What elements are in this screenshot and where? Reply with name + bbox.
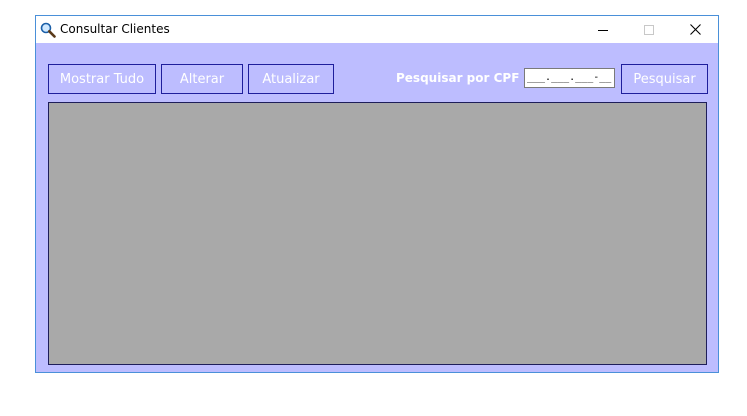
search-icon [40,22,56,38]
clientes-data-grid[interactable] [48,102,707,365]
pesquisar-button[interactable]: Pesquisar [621,64,708,94]
close-icon [689,24,701,35]
minimize-button[interactable] [580,16,626,43]
close-button[interactable] [672,16,718,43]
title-bar[interactable]: Consultar Clientes [36,16,718,43]
consultar-clientes-window: Consultar Clientes Mostrar Tudo Alterar … [35,15,719,373]
cpf-input[interactable]: ___.___.___-__ [524,68,615,88]
minimize-icon [598,29,608,31]
mostrar-tudo-button[interactable]: Mostrar Tudo [48,64,156,94]
maximize-button[interactable] [626,16,672,43]
atualizar-button[interactable]: Atualizar [248,64,334,94]
alterar-button[interactable]: Alterar [161,64,243,94]
cpf-search-label: Pesquisar por CPF [396,71,520,85]
maximize-icon [644,24,654,35]
window-title: Consultar Clientes [60,22,170,36]
client-area: Mostrar Tudo Alterar Atualizar Pesquisar… [36,43,718,372]
